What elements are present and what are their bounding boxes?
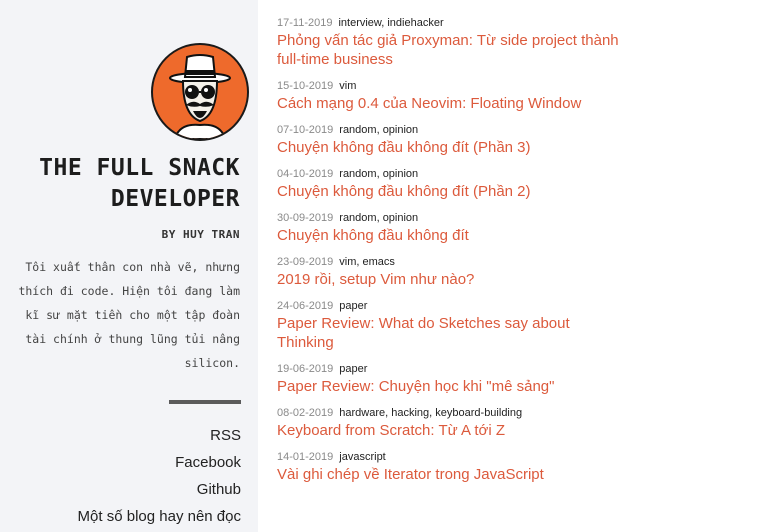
post-item: 14-01-2019 javascript Vài ghi chép về Ite… bbox=[277, 449, 657, 484]
post-meta: 19-06-2019 paper bbox=[277, 361, 657, 377]
post-title-link[interactable]: 2019 rồi, setup Vim như nào? bbox=[277, 270, 637, 289]
nav-link-rss[interactable]: RSS bbox=[78, 422, 241, 449]
post-tags[interactable]: random, opinion bbox=[339, 168, 418, 180]
post-title-link[interactable]: Phỏng vấn tác giả Proxyman: Từ side proj… bbox=[277, 31, 637, 69]
post-meta: 23-09-2019 vim, emacs bbox=[277, 254, 657, 270]
post-item: 30-09-2019 random, opinion Chuyện không đ… bbox=[277, 210, 657, 245]
post-meta: 07-10-2019 random, opinion bbox=[277, 122, 657, 138]
post-tags[interactable]: paper bbox=[339, 300, 367, 312]
sidebar-divider bbox=[169, 400, 241, 404]
post-tags[interactable]: paper bbox=[339, 363, 367, 375]
sidebar-nav: RSS Facebook Github Một số blog hay nên … bbox=[78, 422, 241, 530]
post-date: 23-09-2019 bbox=[277, 256, 334, 268]
post-date: 30-09-2019 bbox=[277, 212, 334, 224]
post-meta: 17-11-2019 interview, indiehacker bbox=[277, 15, 657, 31]
author-byline: BY HUY TRAN bbox=[161, 228, 240, 241]
post-item: 24-06-2019 paper Paper Review: What do Sk… bbox=[277, 298, 657, 352]
nav-link-facebook[interactable]: Facebook bbox=[78, 449, 241, 476]
post-meta: 04-10-2019 random, opinion bbox=[277, 166, 657, 182]
post-item: 19-06-2019 paper Paper Review: Chuyện học… bbox=[277, 361, 657, 396]
site-title[interactable]: THE FULL SNACK DEVELOPER bbox=[0, 153, 240, 215]
post-date: 24-06-2019 bbox=[277, 300, 334, 312]
post-title-link[interactable]: Paper Review: Chuyện học khi "mê sảng" bbox=[277, 377, 637, 396]
post-title-link[interactable]: Chuyện không đầu không đít bbox=[277, 226, 637, 245]
post-date: 17-11-2019 bbox=[277, 17, 333, 29]
post-title-link[interactable]: Paper Review: What do Sketches say about… bbox=[277, 314, 587, 352]
post-title-link[interactable]: Vài ghi chép về Iterator trong JavaScrip… bbox=[277, 465, 637, 484]
sidebar: THE FULL SNACK DEVELOPER BY HUY TRAN Tôi… bbox=[0, 0, 258, 532]
post-tags[interactable]: random, opinion bbox=[339, 212, 418, 224]
post-tags[interactable]: interview, indiehacker bbox=[338, 17, 443, 29]
post-date: 19-06-2019 bbox=[277, 363, 334, 375]
post-date: 08-02-2019 bbox=[277, 407, 334, 419]
post-title-link[interactable]: Keyboard from Scratch: Từ A tới Z bbox=[277, 421, 637, 440]
post-item: 23-09-2019 vim, emacs 2019 rồi, setup Vim… bbox=[277, 254, 657, 289]
post-date: 14-01-2019 bbox=[277, 451, 334, 463]
post-item: 15-10-2019 vim Cách mạng 0.4 của Neovim: … bbox=[277, 78, 657, 113]
avatar[interactable] bbox=[151, 43, 249, 141]
post-item: 08-02-2019 hardware, hacking, keyboard-bu… bbox=[277, 405, 657, 440]
post-tags[interactable]: javascript bbox=[339, 451, 385, 463]
post-item: 07-10-2019 random, opinion Chuyện không đ… bbox=[277, 122, 657, 157]
post-tags[interactable]: hardware, hacking, keyboard-building bbox=[339, 407, 522, 419]
post-meta: 15-10-2019 vim bbox=[277, 78, 657, 94]
hat-mustache-character-icon bbox=[169, 54, 231, 139]
post-title-link[interactable]: Chuyện không đầu không đít (Phần 3) bbox=[277, 138, 637, 157]
nav-link-github[interactable]: Github bbox=[78, 476, 241, 503]
post-date: 07-10-2019 bbox=[277, 124, 334, 136]
author-bio: Tôi xuất thân con nhà vẽ, nhưng thích đi… bbox=[18, 260, 240, 370]
post-meta: 08-02-2019 hardware, hacking, keyboard-bu… bbox=[277, 405, 657, 421]
post-title-link[interactable]: Chuyện không đầu không đít (Phần 2) bbox=[277, 182, 637, 201]
post-meta: 24-06-2019 paper bbox=[277, 298, 657, 314]
post-date: 15-10-2019 bbox=[277, 80, 334, 92]
post-date: 04-10-2019 bbox=[277, 168, 334, 180]
post-item: 17-11-2019 interview, indiehacker Phỏng v… bbox=[277, 15, 657, 69]
post-meta: 14-01-2019 javascript bbox=[277, 449, 657, 465]
post-title-link[interactable]: Cách mạng 0.4 của Neovim: Floating Windo… bbox=[277, 94, 637, 113]
post-item: 04-10-2019 random, opinion Chuyện không đ… bbox=[277, 166, 657, 201]
post-meta: 30-09-2019 random, opinion bbox=[277, 210, 657, 226]
post-tags[interactable]: vim bbox=[339, 80, 356, 92]
post-list: 17-11-2019 interview, indiehacker Phỏng v… bbox=[277, 15, 657, 493]
post-tags[interactable]: vim, emacs bbox=[339, 256, 395, 268]
post-tags[interactable]: random, opinion bbox=[339, 124, 418, 136]
nav-link-blogroll[interactable]: Một số blog hay nên đọc bbox=[78, 503, 241, 530]
